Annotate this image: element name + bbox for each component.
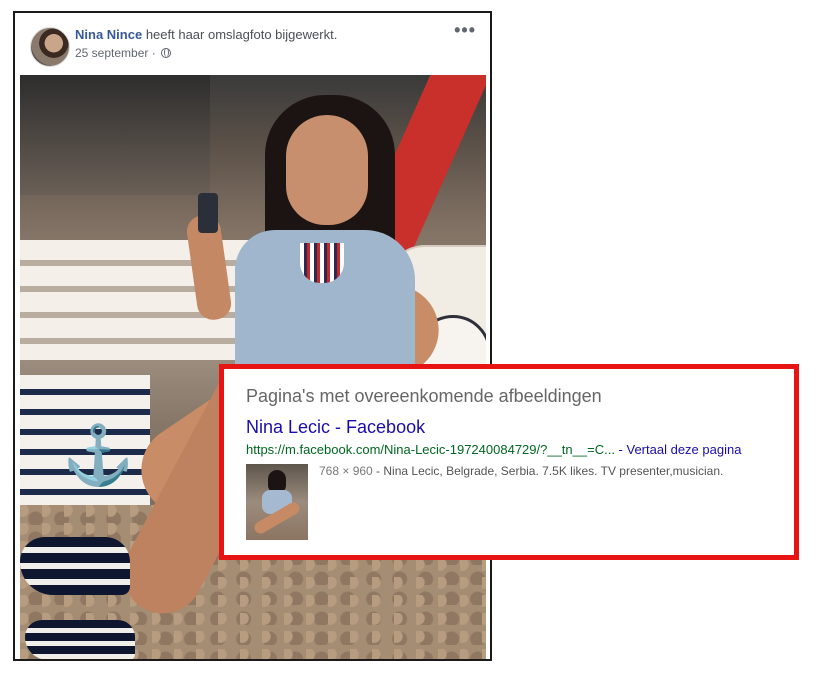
matching-pages-heading: Pagina's met overeenkomende afbeeldingen: [246, 386, 602, 406]
photo-person-face: [286, 115, 368, 225]
anchor-icon: ⚓: [62, 423, 135, 488]
photo-shoe: [25, 620, 135, 659]
result-snippet: 768 × 960 - Nina Lecic, Belgrade, Serbia…: [319, 464, 723, 478]
post-action-text: heeft haar omslagfoto bijgewerkt.: [145, 27, 338, 42]
result-title-link[interactable]: Nina Lecic - Facebook: [246, 417, 425, 438]
result-url[interactable]: https://m.facebook.com/Nina-Lecic-197240…: [246, 442, 615, 457]
post-header: Nina Nince heeft haar omslagfoto bijgewe…: [15, 13, 490, 75]
url-separator: -: [614, 442, 627, 457]
result-thumbnail[interactable]: [246, 464, 308, 540]
photo-dress-trim: [300, 243, 344, 283]
facebook-post: Nina Nince heeft haar omslagfoto bijgewe…: [13, 11, 492, 661]
photo-bottle: [198, 193, 218, 233]
post-date[interactable]: 25 september: [75, 46, 148, 60]
post-author-line: Nina Nince heeft haar omslagfoto bijgewe…: [75, 27, 337, 42]
result-url-line: https://m.facebook.com/Nina-Lecic-197240…: [246, 442, 741, 457]
meta-separator: ·: [151, 46, 156, 60]
more-options-icon[interactable]: •••: [454, 21, 476, 39]
photo-shoe: [20, 537, 130, 595]
author-avatar[interactable]: [30, 27, 70, 67]
translate-page-link[interactable]: Vertaal deze pagina: [627, 442, 742, 457]
image-dimensions: 768 × 960: [319, 464, 373, 478]
globe-icon[interactable]: [161, 48, 172, 58]
post-meta: 25 september ·: [75, 46, 172, 60]
image-search-result-panel: Pagina's met overeenkomende afbeeldingen…: [219, 364, 799, 560]
snippet-text: - Nina Lecic, Belgrade, Serbia. 7.5K lik…: [372, 464, 724, 478]
photo-background-awning: [20, 75, 210, 195]
author-name-link[interactable]: Nina Nince: [75, 27, 142, 42]
